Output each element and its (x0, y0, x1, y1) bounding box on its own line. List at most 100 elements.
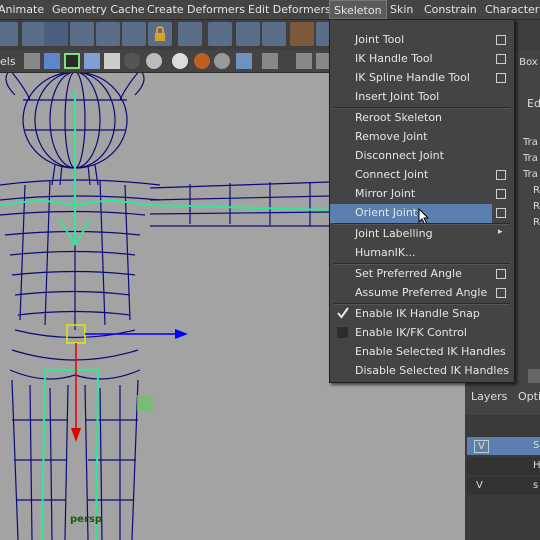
channel-translate-z[interactable]: Tra (523, 169, 538, 180)
channel-translate-y[interactable]: Tra (523, 153, 538, 164)
menu-item-joint-tool[interactable]: Joint Tool (330, 31, 514, 50)
menu-item-orient-joint-options[interactable] (330, 204, 514, 223)
textured-icon[interactable] (84, 53, 100, 69)
lock-icon[interactable] (150, 24, 170, 44)
scroll-button[interactable] (528, 369, 540, 383)
menu-skeleton[interactable]: Skeleton (329, 0, 387, 19)
grid-icon[interactable] (262, 53, 278, 69)
channel-rotate-y[interactable]: R (533, 201, 540, 212)
cluster-icon[interactable] (44, 22, 68, 46)
menu-item-joint-labelling[interactable]: Joint Labelling ▸ (330, 225, 514, 244)
bind-skin-icon[interactable] (290, 22, 314, 46)
menu-item-label: Disable Selected IK Handles (355, 364, 509, 377)
options-tab[interactable]: Optio (518, 390, 540, 403)
shaded-cube-icon[interactable] (44, 53, 60, 69)
menu-item-label: Joint Tool (355, 33, 405, 46)
menu-item-label: Enable IK Handle Snap (355, 307, 480, 320)
layer-row[interactable]: V S (467, 437, 540, 455)
ik-handle-icon[interactable] (208, 22, 232, 46)
menu-item-mirror-joint[interactable]: Mirror Joint (330, 185, 514, 204)
menu-animate[interactable]: Animate (0, 0, 44, 19)
submenu-arrow-icon: ▸ (498, 227, 503, 237)
menu-item-label: Connect Joint (355, 168, 429, 181)
menu-item-label: Enable Selected IK Handles (355, 345, 506, 358)
shadow-icon[interactable] (172, 53, 188, 69)
sphere-icon[interactable] (146, 53, 162, 69)
wrap-deformer-icon[interactable] (22, 22, 46, 46)
menu-skin[interactable]: Skin (390, 0, 413, 19)
menu-item-assume-preferred-angle[interactable]: Assume Preferred Angle (330, 284, 514, 303)
menu-constrain[interactable]: Constrain (424, 0, 477, 19)
menu-item-label: Set Preferred Angle (355, 267, 462, 280)
menu-character[interactable]: Character (485, 0, 539, 19)
option-box-icon[interactable] (496, 269, 506, 279)
layer-name[interactable]: H (533, 460, 540, 471)
main-menubar: Animate Geometry Cache Create Deformers … (0, 0, 540, 20)
menu-item-set-preferred-angle[interactable]: Set Preferred Angle (330, 265, 514, 284)
isolate-icon[interactable] (236, 53, 252, 69)
menu-item-reroot-skeleton[interactable]: Reroot Skeleton (330, 109, 514, 128)
xray-icon[interactable] (214, 53, 230, 69)
layers-tab[interactable]: Layers (471, 390, 507, 403)
option-box-icon[interactable] (496, 54, 506, 64)
channel-translate-x[interactable]: Tra (523, 137, 538, 148)
option-box-icon[interactable] (496, 170, 506, 180)
cube-icon[interactable] (24, 53, 40, 69)
menu-item-enable-ik-fk-control[interactable]: Enable IK/FK Control (330, 324, 514, 343)
edit-menu-label[interactable]: Edi (527, 97, 540, 110)
menu-item-ik-handle-tool[interactable]: IK Handle Tool (330, 50, 514, 69)
option-box-icon[interactable] (496, 189, 506, 199)
camera-label: persp (70, 514, 102, 525)
skeleton-menu: Joint Tool IK Handle Tool IK Spline Hand… (329, 19, 515, 383)
option-box-icon[interactable] (496, 288, 506, 298)
menu-create-deformers[interactable]: Create Deformers (147, 0, 245, 19)
layer-visibility-toggle[interactable]: V (474, 440, 489, 453)
option-box-icon[interactable] (496, 35, 506, 45)
menu-item-ik-spline-handle-tool[interactable]: IK Spline Handle Tool (330, 69, 514, 88)
menu-item-label: IK Spline Handle Tool (355, 71, 470, 84)
panels-menu-label[interactable]: els (0, 55, 16, 68)
menu-item-label: Disconnect Joint (355, 149, 444, 162)
menu-item-label: IK Handle Tool (355, 52, 433, 65)
menu-item-enable-ik-handle-snap[interactable]: Enable IK Handle Snap (330, 305, 514, 324)
option-box-icon[interactable] (496, 73, 506, 83)
channel-rotate-x[interactable]: R (533, 185, 540, 196)
lattice-icon[interactable] (0, 22, 18, 46)
menu-item-label: Mirror Joint (355, 187, 416, 200)
menu-item-label: Reroot Skeleton (355, 111, 443, 124)
film-gate-icon[interactable] (296, 53, 312, 69)
joint-tool-icon[interactable] (178, 22, 202, 46)
menu-item-disconnect-joint[interactable]: Disconnect Joint (330, 147, 514, 166)
layer-row[interactable]: V s (467, 477, 540, 495)
sculpt-deformer-icon[interactable] (70, 22, 94, 46)
nonlinear-deformer-icon[interactable] (122, 22, 146, 46)
menu-item-label: Joint Labelling (355, 227, 433, 240)
checker-icon[interactable] (104, 53, 120, 69)
menu-item-label: Remove Joint (355, 130, 428, 143)
menu-item-connect-joint[interactable]: Connect Joint (330, 166, 514, 185)
menu-geometry-cache[interactable]: Geometry Cache (52, 0, 145, 19)
layer-name[interactable]: S (533, 440, 539, 451)
menu-item-remove-joint[interactable]: Remove Joint (330, 128, 514, 147)
render-icon[interactable] (194, 53, 210, 69)
checkmark-icon[interactable] (337, 307, 349, 319)
option-box-icon[interactable] (496, 208, 506, 218)
soft-mod-icon[interactable] (96, 22, 120, 46)
ik-spline-icon[interactable] (236, 22, 260, 46)
channel-rotate-z[interactable]: R (533, 217, 540, 228)
menu-edit-deformers[interactable]: Edit Deformers (248, 0, 331, 19)
layer-visibility-toggle[interactable]: V (476, 480, 483, 491)
menu-item-humanik[interactable]: HumanIK... (330, 244, 514, 263)
menu-item-disable-selected-ik-handles[interactable]: Disable Selected IK Handles (330, 362, 514, 381)
menu-item-label: Enable IK/FK Control (355, 326, 467, 339)
magnet-icon[interactable] (262, 22, 286, 46)
menu-item-label: Assume Preferred Angle (355, 286, 488, 299)
layer-name[interactable]: s (533, 480, 538, 491)
wireframe-on-shaded-icon[interactable] (64, 53, 80, 69)
unchecked-box-icon[interactable] (337, 327, 348, 338)
layer-row[interactable]: H (467, 457, 540, 475)
menu-item-insert-joint-tool[interactable]: Insert Joint Tool (330, 88, 514, 107)
menu-item-enable-selected-ik-handles[interactable]: Enable Selected IK Handles (330, 343, 514, 362)
layer-list: V S H V s (465, 415, 540, 540)
light-icon[interactable] (124, 53, 140, 69)
